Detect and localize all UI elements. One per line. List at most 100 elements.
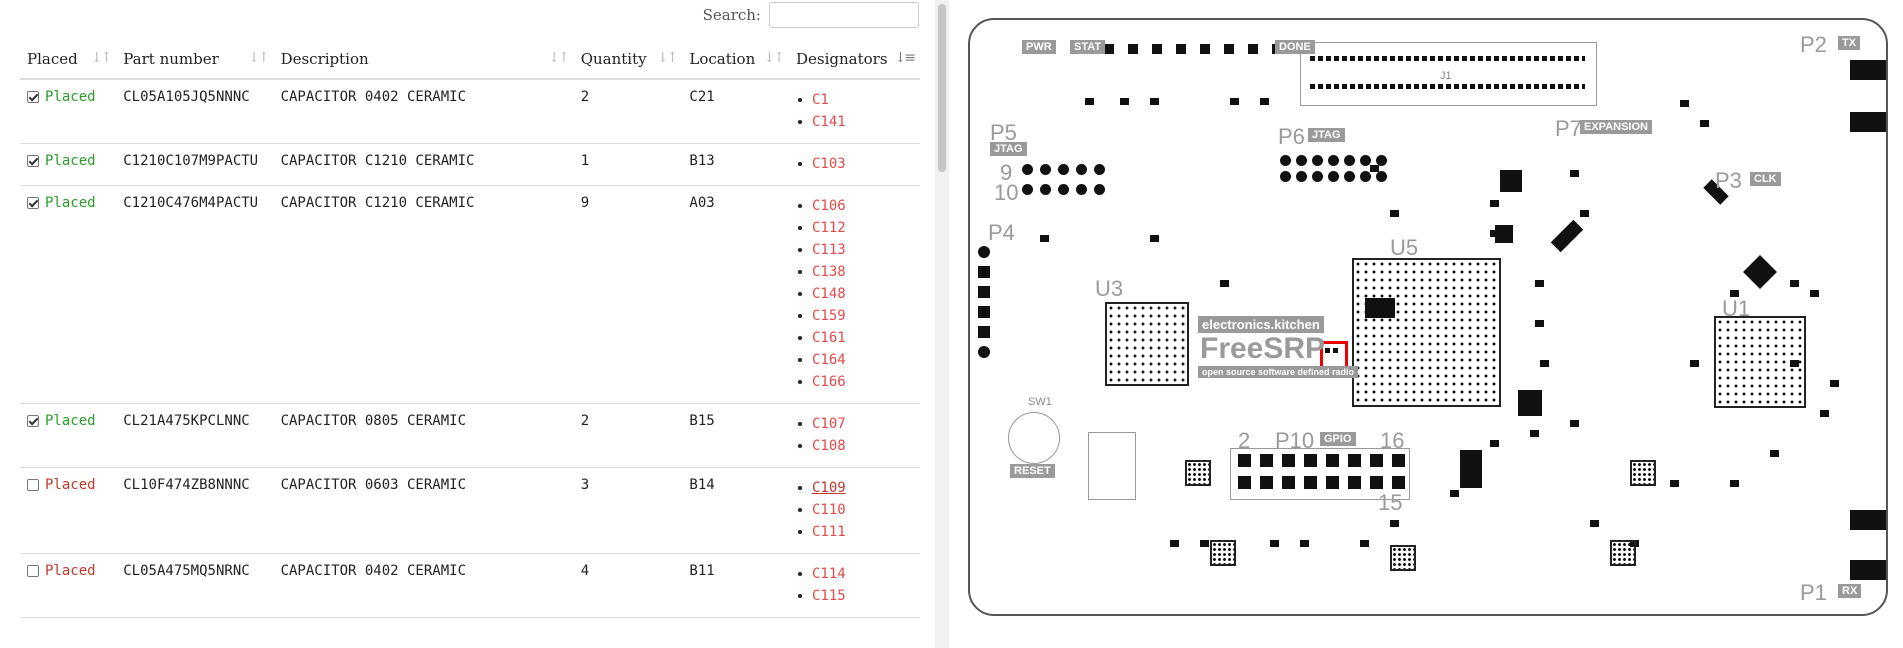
designator-link[interactable]: C1 (796, 89, 913, 111)
board-label-p4: P4 (988, 220, 1015, 245)
board-label-n10: 10 (994, 180, 1019, 205)
edge-connector (1850, 60, 1886, 80)
search-area: Search: (703, 0, 919, 30)
col-quantity[interactable]: Quantity ↓↑ (573, 40, 683, 80)
designator-link[interactable]: C166 (796, 371, 913, 393)
designator-link[interactable]: C109 (796, 477, 913, 499)
designator-link[interactable]: C110 (796, 499, 913, 521)
designator-link[interactable]: C141 (796, 111, 913, 133)
jtag-pin (1058, 164, 1069, 175)
designators-cell: C107 C108 (788, 403, 920, 468)
connector-row (1310, 84, 1585, 89)
designator-link[interactable]: C113 (796, 239, 913, 261)
edge-connector (1850, 510, 1886, 530)
designator-link[interactable]: C148 (796, 283, 913, 305)
edge-connector (1850, 560, 1886, 580)
passive-component (1490, 200, 1499, 207)
col-description[interactable]: Description ↓↑ (273, 40, 574, 80)
description: CAPACITOR 0402 CERAMIC (273, 553, 574, 618)
scrollbar[interactable] (935, 0, 949, 648)
connector-row (1310, 56, 1585, 61)
search-input[interactable] (769, 2, 919, 28)
passive-component (1530, 430, 1539, 437)
placed-checkbox[interactable] (27, 415, 39, 427)
board-label-p3: P3 (1715, 168, 1742, 193)
placed-checkbox[interactable] (27, 479, 39, 491)
edge-connector (1850, 112, 1886, 132)
designator-link[interactable]: C138 (796, 261, 913, 283)
small-chip (1210, 540, 1236, 566)
board-label-p1: P1 (1800, 580, 1827, 605)
left-pad (978, 346, 990, 358)
passive-component (1040, 235, 1049, 242)
board-label-p10: P10 (1275, 428, 1315, 453)
pcb-board-view: P1 RX P2 TX P3 CLK P4 P5 JTAG P6 JTAG P7 EXPANSION P1… (968, 18, 1888, 616)
designator-link[interactable]: C114 (796, 563, 913, 585)
p6-pin (1312, 155, 1323, 166)
passive-component (1085, 98, 1094, 105)
cap-large (1365, 298, 1395, 318)
jtag-pin (1094, 164, 1105, 175)
designator-link[interactable]: C164 (796, 349, 913, 371)
parts-pane: Search: Placed ↓↑ Part number ↓↑ Descripti… (0, 0, 935, 648)
placed-checkbox[interactable] (27, 197, 39, 209)
quantity: 4 (573, 553, 683, 618)
col-part-number[interactable]: Part number ↓↑ (116, 40, 274, 80)
placed-cell: Placed (20, 143, 117, 186)
designator-link[interactable]: C161 (796, 327, 913, 349)
scrollbar-thumb[interactable] (938, 4, 946, 172)
designator-link[interactable]: C108 (796, 435, 913, 457)
component-outline (1088, 432, 1136, 500)
p6-pin (1328, 155, 1339, 166)
table-row: Placed CL05A475MQ5NRNC CAPACITOR 0402 CE… (20, 553, 920, 618)
small-chip (1610, 540, 1636, 566)
board-label-u5: U5 (1390, 235, 1419, 260)
placed-status: Placed (45, 563, 96, 579)
sort-icon: ↓↑ (763, 50, 786, 66)
location: B13 (682, 143, 789, 186)
passive-component (1580, 210, 1589, 217)
passive-component (1810, 290, 1819, 297)
designator-link[interactable]: C107 (796, 413, 913, 435)
part-number: CL21A475KPCLNNC (116, 403, 274, 468)
passive-component (1450, 490, 1459, 497)
led-pad (1104, 44, 1114, 54)
designator-link[interactable]: C159 (796, 305, 913, 327)
passive-component (1670, 480, 1679, 487)
designators-cell: C1 C141 (788, 79, 920, 144)
designator-link[interactable]: C115 (796, 585, 913, 607)
description: CAPACITOR C1210 CERAMIC (273, 185, 574, 404)
designator-link[interactable]: C112 (796, 217, 913, 239)
passive-component (1490, 440, 1499, 447)
sort-icon: ↓↑ (248, 50, 270, 66)
placed-checkbox[interactable] (27, 155, 39, 167)
p6-pin (1280, 155, 1291, 166)
col-designators[interactable]: Designators ↓≡ (788, 40, 920, 80)
board-label-n15: 15 (1378, 490, 1403, 515)
col-placed[interactable]: Placed ↓↑ (20, 40, 117, 80)
small-chip (1390, 545, 1416, 571)
description: CAPACITOR C1210 CERAMIC (273, 143, 574, 186)
designator-link[interactable]: C103 (796, 153, 913, 175)
brand-label: electronics.kitchen (1198, 316, 1324, 333)
cap-large (1495, 225, 1513, 243)
passive-component (1535, 280, 1544, 287)
passive-component (1770, 450, 1779, 457)
placed-status: Placed (45, 413, 96, 429)
reset-button-outline (1008, 412, 1060, 464)
location: B15 (682, 403, 789, 468)
designator-link[interactable]: C111 (796, 521, 913, 543)
placed-checkbox[interactable] (27, 565, 39, 577)
col-location[interactable]: Location ↓↑ (682, 40, 789, 80)
jtag-pin (1040, 184, 1051, 195)
designators-cell: C106 C112 C113 C138 C148 C159 C161 C164 C166 (788, 185, 920, 404)
led-pad (1200, 44, 1210, 54)
description: CAPACITOR 0805 CERAMIC (273, 403, 574, 468)
selected-pad (1325, 348, 1330, 353)
led-pad (1224, 44, 1234, 54)
table-row: Placed CL21A475KPCLNNC CAPACITOR 0805 CE… (20, 403, 920, 468)
table-row: Placed CL10F474ZB8NNNC CAPACITOR 0603 CE… (20, 467, 920, 554)
placed-checkbox[interactable] (27, 91, 39, 103)
designator-link[interactable]: C106 (796, 195, 913, 217)
led-pad (1176, 44, 1186, 54)
